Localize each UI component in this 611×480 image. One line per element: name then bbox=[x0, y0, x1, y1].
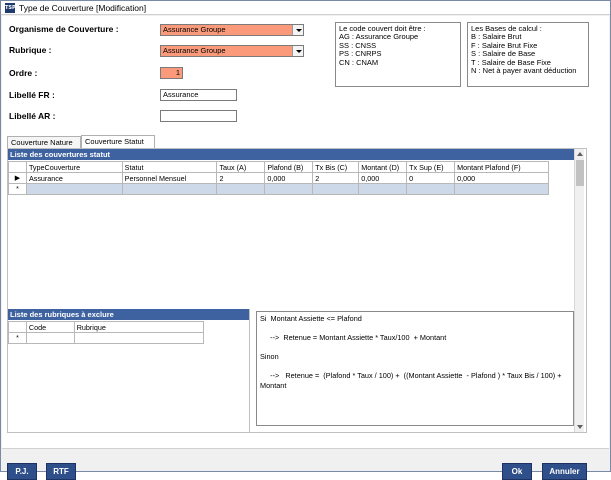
table-cell[interactable] bbox=[25, 332, 75, 344]
ordre-label: Ordre : bbox=[9, 68, 38, 78]
statut-header-row: TypeCouverture Statut Taux (A) Plafond (… bbox=[8, 161, 549, 173]
bases-info-box: Les Bases de calcul : B : Salaire Brut F… bbox=[467, 22, 589, 87]
statut-table[interactable]: TypeCouverture Statut Taux (A) Plafond (… bbox=[8, 161, 549, 195]
table-cell[interactable]: Assurance bbox=[25, 172, 123, 184]
table-cell[interactable]: 0,000 bbox=[454, 172, 549, 184]
col-header[interactable]: Statut bbox=[121, 161, 218, 173]
exclure-panel: Liste des rubriques à exclure Code Rubri… bbox=[8, 309, 250, 432]
title-bar: TSP Type de Couverture [Modification] bbox=[1, 1, 610, 15]
rubrique-label: Rubrique : bbox=[9, 45, 52, 55]
table-cell[interactable] bbox=[358, 183, 408, 195]
tab-couverture-nature[interactable]: Couverture Nature bbox=[7, 136, 81, 148]
scroll-down-icon[interactable] bbox=[575, 422, 585, 432]
table-cell[interactable] bbox=[25, 183, 123, 195]
formula-line: --> Retenue = Montant Assiette * Taux/10… bbox=[260, 333, 447, 342]
table-cell[interactable] bbox=[216, 183, 266, 195]
chevron-down-icon[interactable] bbox=[292, 46, 303, 56]
table-cell[interactable]: Personnel Mensuel bbox=[121, 172, 218, 184]
dialog-body: Organisme de Couverture : Assurance Grou… bbox=[2, 16, 609, 480]
table-cell[interactable] bbox=[121, 183, 218, 195]
code-info-line: CN : CNAM bbox=[339, 57, 379, 67]
window-title: Type de Couverture [Modification] bbox=[19, 3, 147, 13]
col-header[interactable]: Rubrique bbox=[73, 321, 205, 333]
col-header[interactable]: TypeCouverture bbox=[25, 161, 123, 173]
bases-info-line: N : Net à payer avant déduction bbox=[471, 66, 577, 76]
table-cell[interactable]: 0,000 bbox=[264, 172, 314, 184]
col-header[interactable]: Tx Sup (E) bbox=[406, 161, 456, 173]
col-header[interactable]: Tx Bis (C) bbox=[312, 161, 360, 173]
table-cell[interactable] bbox=[454, 183, 549, 195]
new-row[interactable]: * bbox=[8, 183, 549, 195]
exclure-panel-title: Liste des rubriques à exclure bbox=[8, 309, 249, 320]
table-cell[interactable] bbox=[73, 332, 205, 344]
table-cell[interactable]: 2 bbox=[312, 172, 360, 184]
table-cell[interactable] bbox=[406, 183, 456, 195]
libelle-fr-input[interactable]: Assurance bbox=[160, 89, 237, 101]
libelle-ar-input[interactable] bbox=[160, 110, 237, 122]
rubrique-value: Assurance Groupe bbox=[163, 46, 226, 55]
tab-content: Liste des couvertures statut TypeCouvert… bbox=[7, 148, 587, 433]
new-row-icon: * bbox=[8, 332, 27, 344]
col-header[interactable]: Code bbox=[25, 321, 75, 333]
col-header[interactable]: Plafond (B) bbox=[264, 161, 314, 173]
formula-line: Si Montant Assiette <= Plafond bbox=[260, 314, 362, 323]
current-row-icon: ▶ bbox=[8, 172, 27, 184]
formula-line: Sinon bbox=[260, 352, 279, 361]
col-header[interactable]: Taux (A) bbox=[216, 161, 266, 173]
row-indicator-header bbox=[8, 161, 27, 173]
organisme-combo[interactable]: Assurance Groupe bbox=[160, 24, 304, 36]
organisme-label: Organisme de Couverture : bbox=[9, 24, 119, 34]
formula-box: Si Montant Assiette <= Plafond --> Reten… bbox=[256, 311, 574, 426]
row-indicator-header bbox=[8, 321, 27, 333]
app-icon: TSP bbox=[5, 3, 16, 13]
new-row-icon: * bbox=[8, 183, 27, 195]
scroll-up-icon[interactable] bbox=[575, 149, 585, 159]
table-cell[interactable] bbox=[264, 183, 314, 195]
statut-panel-title: Liste des couvertures statut bbox=[8, 149, 576, 160]
libelle-ar-label: Libellé AR : bbox=[9, 111, 56, 121]
new-row[interactable]: * bbox=[8, 332, 205, 344]
rubrique-combo[interactable]: Assurance Groupe bbox=[160, 45, 304, 57]
dialog-window: TSP Type de Couverture [Modification] Or… bbox=[0, 0, 611, 480]
table-cell[interactable]: 0,000 bbox=[358, 172, 408, 184]
exclure-table[interactable]: Code Rubrique * bbox=[8, 321, 205, 344]
scroll-thumb[interactable] bbox=[576, 160, 584, 186]
exclure-header-row: Code Rubrique bbox=[8, 321, 205, 333]
table-cell[interactable]: 2 bbox=[216, 172, 266, 184]
tab-couverture-statut[interactable]: Couverture Statut bbox=[81, 135, 155, 148]
chevron-down-icon[interactable] bbox=[292, 25, 303, 35]
code-info-box: Le code couvert doit être : AG : Assuran… bbox=[335, 22, 461, 87]
col-header[interactable]: Montant Plafond (F) bbox=[454, 161, 549, 173]
table-cell[interactable]: 0 bbox=[406, 172, 456, 184]
button-bar: P.J. RTF Ok Annuler bbox=[2, 448, 609, 480]
formula-line: --> Retenue = (Plafond * Taux / 100) + (… bbox=[260, 371, 564, 390]
libelle-fr-label: Libellé FR : bbox=[9, 90, 55, 100]
col-header[interactable]: Montant (D) bbox=[358, 161, 408, 173]
table-row[interactable]: ▶ Assurance Personnel Mensuel 2 0,000 2 … bbox=[8, 172, 549, 184]
vertical-scrollbar[interactable] bbox=[574, 149, 584, 432]
organisme-value: Assurance Groupe bbox=[163, 25, 226, 34]
table-cell[interactable] bbox=[312, 183, 360, 195]
statut-panel: Liste des couvertures statut TypeCouvert… bbox=[8, 149, 576, 289]
ordre-input[interactable]: 1 bbox=[160, 67, 183, 79]
